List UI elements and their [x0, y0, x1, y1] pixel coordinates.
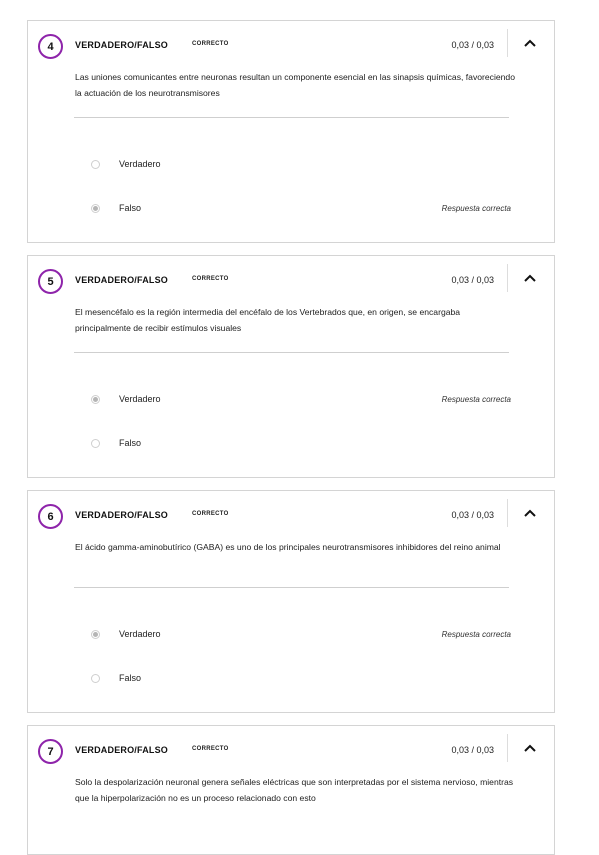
- question-score: 0,03 / 0,03: [451, 745, 494, 755]
- header-divider: [507, 29, 508, 57]
- question-card-5: 5 VERDADERO/FALSO CORRECTO 0,03 / 0,03 E…: [27, 255, 555, 478]
- question-number: 5: [38, 269, 63, 294]
- radio-icon[interactable]: [91, 159, 100, 169]
- header-divider: [507, 264, 508, 292]
- question-card-6: 6 VERDADERO/FALSO CORRECTO 0,03 / 0,03 E…: [27, 490, 555, 713]
- chevron-up-icon: [524, 509, 536, 517]
- question-text: El ácido gamma-aminobutírico (GABA) es u…: [75, 542, 501, 552]
- header-divider: [507, 734, 508, 762]
- question-divider: [74, 117, 509, 118]
- status-badge: CORRECTO: [192, 746, 229, 752]
- radio-icon[interactable]: [91, 394, 100, 404]
- question-number: 7: [38, 739, 63, 764]
- option-verdadero[interactable]: Verdadero Respuesta correcta: [91, 626, 511, 642]
- question-type: VERDADERO/FALSO: [75, 275, 169, 285]
- question-type: VERDADERO/FALSO: [75, 745, 169, 755]
- option-verdadero[interactable]: Verdadero: [91, 156, 511, 172]
- question-score: 0,03 / 0,03: [451, 275, 494, 285]
- question-card-4: 4 VERDADERO/FALSO CORRECTO 0,03 / 0,03 L…: [27, 20, 555, 243]
- question-text: Las uniones comunicantes entre neuronas …: [75, 72, 515, 98]
- header-divider: [507, 499, 508, 527]
- question-score: 0,03 / 0,03: [451, 40, 494, 50]
- option-falso[interactable]: Falso: [91, 670, 511, 686]
- question-divider: [74, 352, 509, 353]
- question-text: Solo la despolarización neuronal genera …: [75, 777, 514, 803]
- option-falso[interactable]: Falso Respuesta correcta: [91, 200, 511, 216]
- status-badge: CORRECTO: [192, 276, 229, 282]
- option-label: Falso: [119, 203, 142, 213]
- answer-feedback: Respuesta correcta: [441, 394, 511, 404]
- option-label: Falso: [119, 438, 142, 448]
- question-type: VERDADERO/FALSO: [75, 40, 169, 50]
- collapse-button[interactable]: [522, 505, 538, 521]
- radio-icon[interactable]: [91, 673, 100, 683]
- option-verdadero[interactable]: Verdadero Respuesta correcta: [91, 391, 511, 407]
- question-score: 0,03 / 0,03: [451, 510, 494, 520]
- option-label: Verdadero: [119, 629, 161, 639]
- collapse-button[interactable]: [522, 270, 538, 286]
- collapse-button[interactable]: [522, 35, 538, 51]
- question-type: VERDADERO/FALSO: [75, 510, 169, 520]
- option-falso[interactable]: Falso: [91, 435, 511, 451]
- radio-icon[interactable]: [91, 629, 100, 639]
- status-badge: CORRECTO: [192, 41, 229, 47]
- question-text: El mesencéfalo es la región intermedia d…: [75, 307, 461, 333]
- question-number: 6: [38, 504, 63, 529]
- question-card-7: 7 VERDADERO/FALSO CORRECTO 0,03 / 0,03 S…: [27, 725, 555, 855]
- collapse-button[interactable]: [522, 740, 538, 756]
- option-label: Verdadero: [119, 159, 161, 169]
- option-label: Verdadero: [119, 394, 161, 404]
- chevron-up-icon: [524, 274, 536, 282]
- chevron-up-icon: [524, 39, 536, 47]
- status-badge: CORRECTO: [192, 511, 229, 517]
- chevron-up-icon: [524, 744, 536, 752]
- answer-feedback: Respuesta correcta: [441, 629, 511, 639]
- radio-icon[interactable]: [91, 438, 100, 448]
- option-label: Falso: [119, 673, 142, 683]
- question-divider: [74, 587, 509, 588]
- answer-feedback: Respuesta correcta: [441, 203, 511, 213]
- radio-icon[interactable]: [91, 203, 100, 213]
- question-number: 4: [38, 34, 63, 59]
